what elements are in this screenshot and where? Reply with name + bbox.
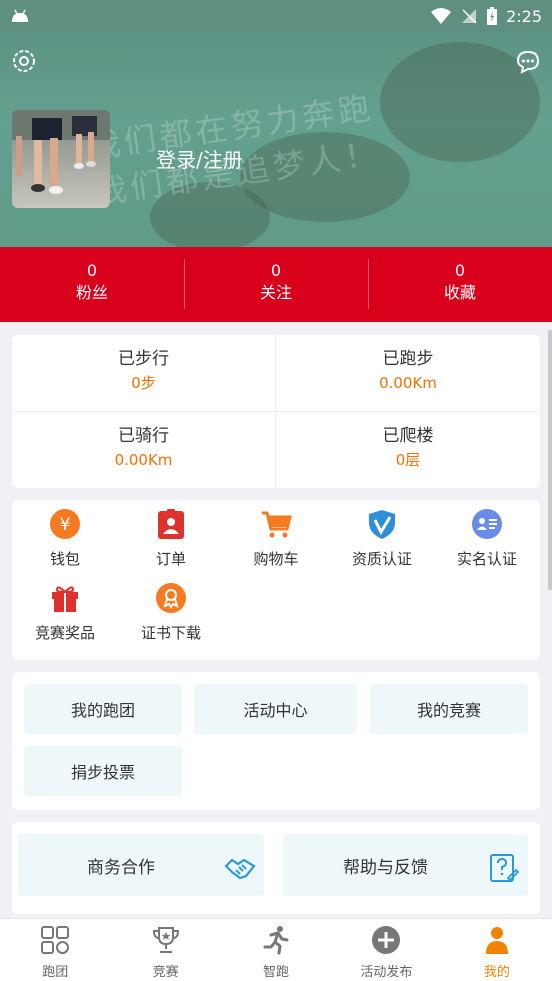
handshake-icon <box>224 858 256 880</box>
yen-coin-icon: ¥ <box>50 509 80 539</box>
tab-label: 智跑 <box>263 965 290 980</box>
grid-icon <box>41 926 70 954</box>
gift-icon <box>52 586 78 612</box>
my-competition-button[interactable]: 我的竞赛 <box>370 684 528 734</box>
tool-certificate[interactable]: 证书下载 <box>118 582 224 643</box>
activity-value: 0层 <box>395 450 421 469</box>
signal-icon <box>462 9 477 24</box>
step-donation-vote-button[interactable]: 捐步投票 <box>24 746 182 796</box>
tool-wallet[interactable]: ¥ 钱包 <box>12 508 118 569</box>
svg-text:¥: ¥ <box>60 515 71 535</box>
runners-photo <box>12 110 110 194</box>
activity-summary: 已步行 0步 已跑步 0.00Km 已骑行 0.00Km 已爬楼 0层 <box>12 335 540 488</box>
shield-v-icon <box>369 510 395 539</box>
activity-ride[interactable]: 已骑行 0.00Km <box>12 411 276 488</box>
profile-header: 我们都在努力奔跑 我们都是追梦人！ 登录/注册 <box>0 32 552 247</box>
tool-label: 资质认证 <box>351 550 412 568</box>
avatar[interactable] <box>12 110 110 208</box>
scrollbar[interactable] <box>548 330 552 590</box>
club-links: 我的跑团 活动中心 我的竞赛 捐步投票 <box>12 672 540 810</box>
id-card-icon <box>472 509 502 539</box>
tab-competition[interactable]: 竞赛 <box>110 919 220 981</box>
battery-icon <box>487 7 498 25</box>
tab-label: 竞赛 <box>152 965 179 980</box>
activity-value: 0.00Km <box>114 450 173 469</box>
activity-title: 已爬楼 <box>382 425 434 446</box>
stat-fans[interactable]: 0 粉丝 <box>0 247 184 322</box>
runner-icon <box>263 926 289 955</box>
order-badge-icon <box>158 509 184 539</box>
tool-label: 实名认证 <box>456 550 517 568</box>
tool-label: 证书下载 <box>140 624 201 642</box>
activity-walk[interactable]: 已步行 0步 <box>12 335 276 412</box>
business-links: 商务合作 帮助与反馈 <box>12 822 540 914</box>
stat-value: 0 <box>270 261 282 280</box>
person-icon <box>485 927 508 954</box>
activity-center-button[interactable]: 活动中心 <box>194 684 357 734</box>
clock: 2:25 <box>506 6 542 26</box>
business-label: 商务合作 <box>87 857 155 878</box>
status-bar: 2:25 <box>0 0 552 32</box>
tab-label: 跑团 <box>42 965 69 980</box>
stat-favorites[interactable]: 0 收藏 <box>368 247 552 322</box>
stat-value: 0 <box>86 261 98 280</box>
tool-label: 钱包 <box>49 550 80 568</box>
wifi-icon <box>431 8 452 24</box>
tool-label: 购物车 <box>253 550 299 568</box>
tool-realname[interactable]: 实名认证 <box>434 508 540 569</box>
trophy-icon <box>152 927 179 953</box>
activity-value: 0.00Km <box>379 374 437 392</box>
plus-circle-icon <box>372 926 401 954</box>
login-register-link[interactable]: 登录/注册 <box>156 144 243 173</box>
gear-icon[interactable] <box>10 47 38 75</box>
tab-club[interactable]: 跑团 <box>0 919 110 981</box>
activity-climb[interactable]: 已爬楼 0层 <box>276 412 540 489</box>
tab-label: 我的 <box>483 965 510 980</box>
activity-title: 已跑步 <box>382 349 434 369</box>
tool-label: 竞赛奖品 <box>34 624 95 642</box>
business-cooperation-button[interactable]: 商务合作 <box>18 834 264 896</box>
tool-cart[interactable]: 购物车 <box>223 508 329 569</box>
shopping-cart-icon <box>262 511 292 538</box>
bottom-tab-bar: 跑团 竞赛 智跑 活动发布 我的 <box>0 918 552 981</box>
tool-prizes[interactable]: 竞赛奖品 <box>12 582 118 643</box>
activity-title: 已步行 <box>118 349 169 369</box>
tool-qualification[interactable]: 资质认证 <box>329 508 435 569</box>
business-label: 帮助与反馈 <box>343 857 428 878</box>
activity-value: 0步 <box>131 374 156 392</box>
tab-label: 活动发布 <box>360 965 413 980</box>
tool-orders[interactable]: 订单 <box>118 508 224 569</box>
stat-label: 关注 <box>259 283 292 302</box>
tab-smart-run[interactable]: 智跑 <box>221 919 331 981</box>
stat-value: 0 <box>454 261 466 280</box>
android-icon <box>12 9 28 22</box>
tool-label: 订单 <box>155 550 186 568</box>
help-feedback-button[interactable]: 帮助与反馈 <box>283 834 528 896</box>
tab-mine[interactable]: 我的 <box>442 919 552 981</box>
activity-run[interactable]: 已跑步 0.00Km <box>276 335 540 412</box>
social-stats: 0 粉丝 0 关注 0 收藏 <box>0 247 552 322</box>
stat-label: 收藏 <box>443 283 476 302</box>
tab-publish-activity[interactable]: 活动发布 <box>331 919 441 981</box>
help-doc-icon <box>490 854 520 882</box>
chat-bubble-icon[interactable] <box>514 47 542 75</box>
stat-label: 粉丝 <box>75 283 108 302</box>
medal-icon <box>156 583 186 613</box>
stat-following[interactable]: 0 关注 <box>184 247 368 322</box>
my-club-button[interactable]: 我的跑团 <box>24 684 182 734</box>
activity-title: 已骑行 <box>118 425 169 446</box>
tools-grid: ¥ 钱包 订单 购物车 资质认证 实名认证 竞赛奖品 证书下载 <box>12 500 540 660</box>
